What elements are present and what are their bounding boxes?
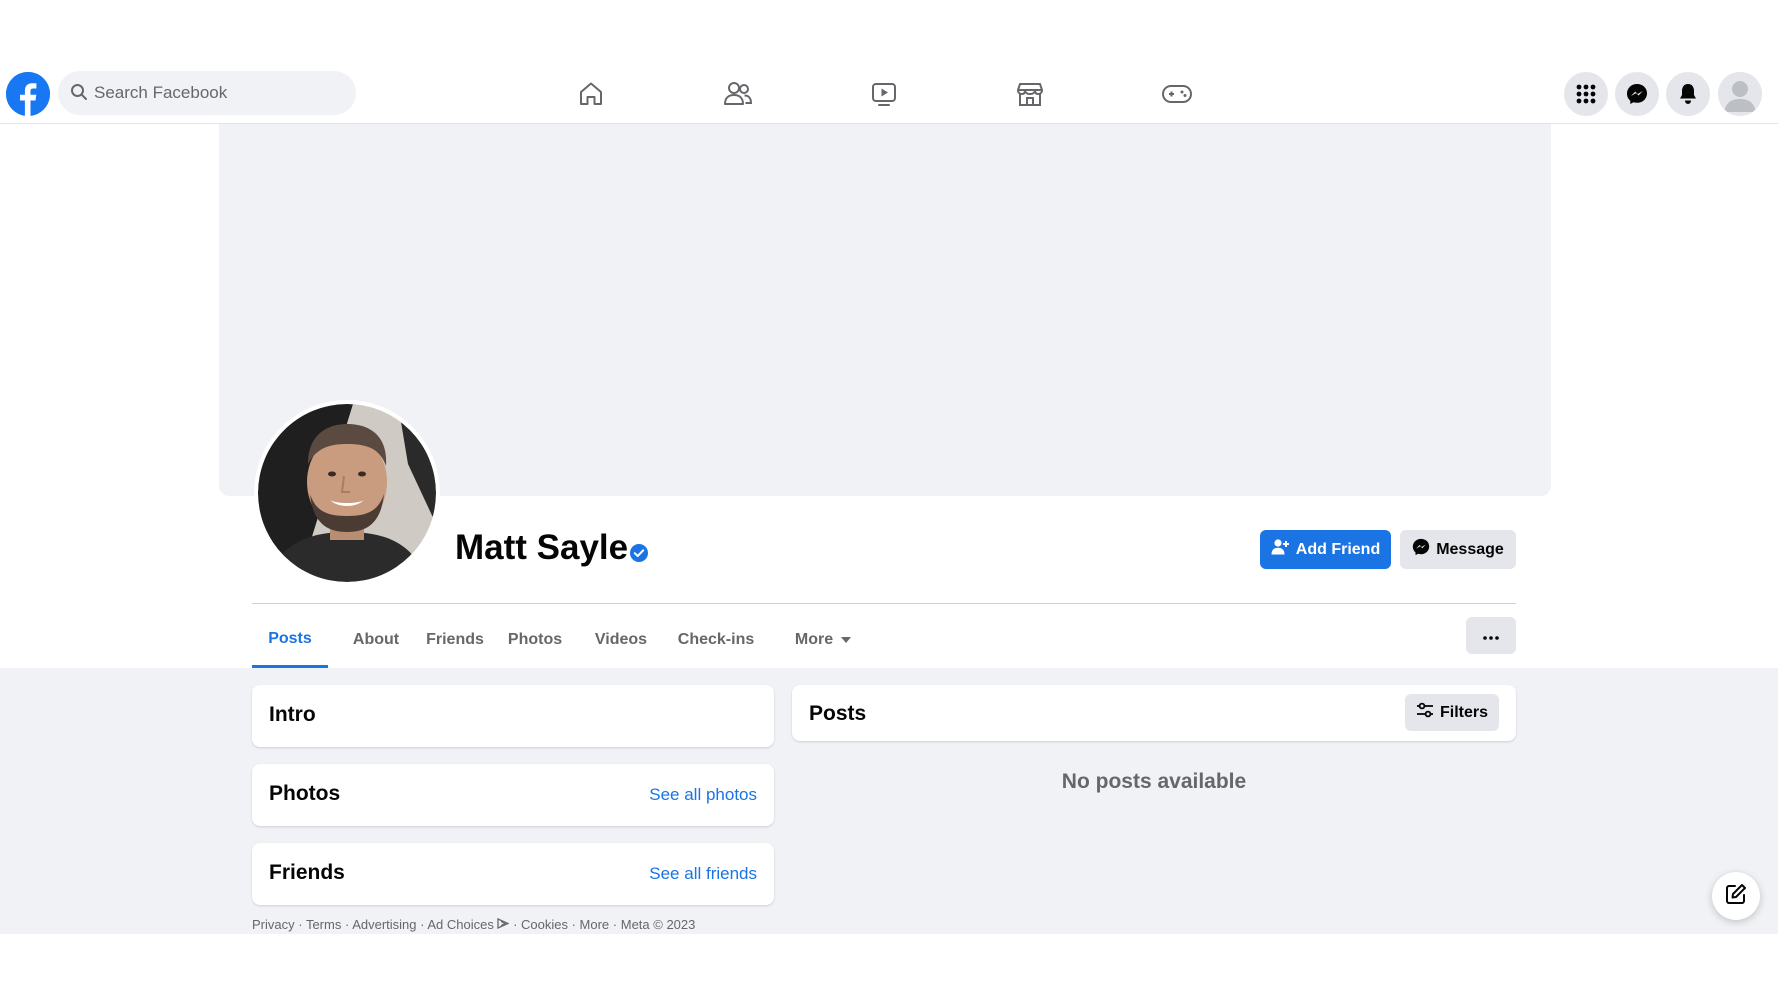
more-options-button[interactable] (1466, 617, 1516, 654)
photos-title: Photos (269, 782, 341, 805)
notifications-icon[interactable] (1666, 72, 1710, 116)
footer-cookies-link[interactable]: Cookies (521, 917, 568, 932)
posts-card: Posts Filters (792, 685, 1516, 741)
search-box[interactable] (58, 71, 356, 115)
message-label: Message (1436, 540, 1504, 558)
footer-terms-link[interactable]: Terms (306, 917, 341, 932)
tab-photos[interactable]: Photos (500, 612, 570, 668)
tab-label: Friends (426, 631, 484, 648)
see-all-photos-link[interactable]: See all photos (649, 785, 757, 805)
add-friend-label: Add Friend (1295, 540, 1381, 558)
footer-copyright: Meta © 2023 (620, 917, 696, 932)
tab-friends[interactable]: Friends (417, 612, 493, 668)
ellipsis-icon (1483, 627, 1499, 645)
account-avatar[interactable] (1718, 72, 1762, 116)
tab-videos[interactable]: Videos (586, 612, 656, 668)
tab-label: Photos (507, 631, 563, 648)
profile-name: Matt Sayle (455, 528, 629, 567)
tab-about[interactable]: About (342, 612, 410, 668)
tab-posts[interactable]: Posts (252, 612, 328, 668)
search-input[interactable] (94, 71, 344, 115)
messenger-icon (1412, 538, 1430, 561)
search-icon (70, 83, 88, 106)
tab-label: About (352, 631, 400, 648)
intro-title: Intro (269, 703, 316, 726)
photos-card: Photos See all photos (252, 764, 774, 826)
see-all-friends-link[interactable]: See all friends (649, 864, 757, 884)
empty-posts-message: No posts available (1061, 770, 1247, 793)
filters-label: Filters (1439, 703, 1488, 721)
caret-down-icon (841, 637, 852, 643)
facebook-logo-icon[interactable] (6, 72, 50, 116)
footer-privacy-link[interactable]: Privacy (252, 917, 295, 932)
footer-advertising-link[interactable]: Advertising (352, 917, 416, 932)
tab-label: Videos (594, 631, 648, 648)
tab-check-ins[interactable]: Check-ins (670, 612, 762, 668)
new-message-button[interactable] (1712, 872, 1760, 920)
profile-divider (252, 603, 1516, 604)
gaming-icon[interactable] (1155, 74, 1199, 114)
footer-more-link[interactable]: More (580, 917, 610, 932)
tab-label: Check-ins (677, 631, 755, 648)
menu-grid-icon[interactable] (1564, 72, 1608, 116)
tab-more[interactable]: More (788, 612, 858, 668)
add-friend-button[interactable]: Add Friend (1260, 530, 1391, 569)
profile-photo[interactable] (254, 400, 440, 586)
friends-icon[interactable] (716, 74, 760, 114)
footer-ad-choices-link[interactable]: Ad Choices (427, 917, 493, 932)
messenger-icon[interactable] (1615, 72, 1659, 116)
ad-choices-icon (497, 917, 511, 932)
top-navigation-bar (0, 64, 1778, 124)
filters-button[interactable]: Filters (1405, 694, 1499, 731)
tab-label: More (794, 631, 834, 648)
intro-card: Intro (252, 685, 774, 747)
message-button[interactable]: Message (1400, 530, 1516, 569)
add-friend-icon (1271, 538, 1289, 561)
footer-links: Privacy · Terms · Advertising · Ad Choic… (252, 917, 696, 932)
filters-icon (1416, 702, 1434, 723)
friends-card: Friends See all friends (252, 843, 774, 905)
tab-label: Posts (268, 629, 312, 647)
posts-title: Posts (809, 702, 867, 725)
home-icon[interactable] (569, 74, 613, 114)
watch-icon[interactable] (862, 74, 906, 114)
verified-badge-icon (629, 543, 649, 563)
friends-title: Friends (269, 861, 345, 884)
marketplace-icon[interactable] (1008, 74, 1052, 114)
compose-icon (1725, 883, 1747, 910)
page: Matt Sayle Add Friend Message Posts Abou… (0, 0, 1778, 1000)
